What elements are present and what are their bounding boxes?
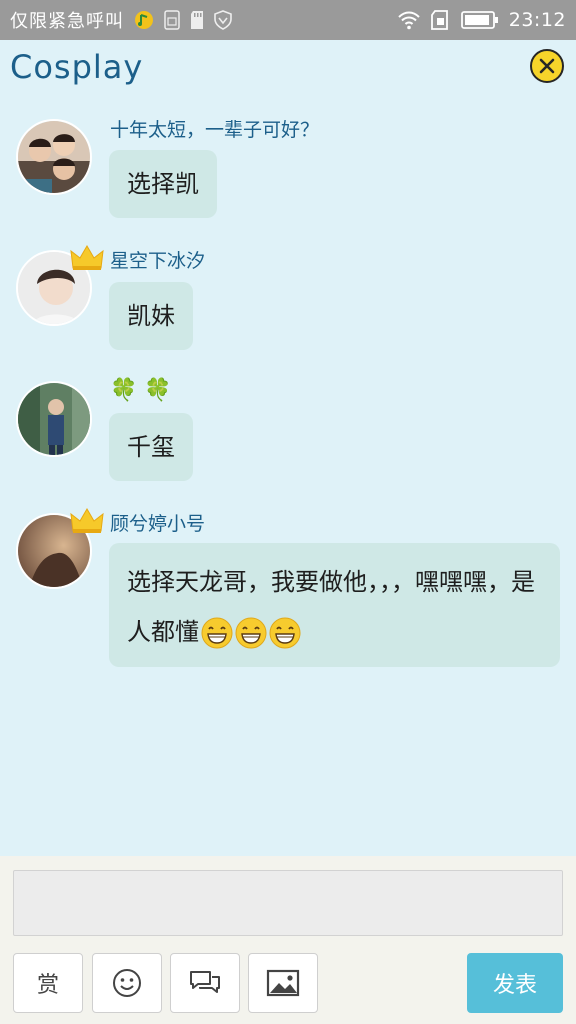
send-button[interactable]: 发表 xyxy=(467,953,563,1013)
grin-emoji-icon xyxy=(269,617,301,649)
chat-bubbles-icon xyxy=(190,971,220,993)
avatar[interactable] xyxy=(16,381,92,457)
shield-icon xyxy=(214,10,232,30)
sd-card-icon xyxy=(191,11,203,29)
status-left: 仅限紧急呼叫 xyxy=(10,7,232,33)
chat-button[interactable] xyxy=(170,953,240,1013)
username: 🍀 🍀 xyxy=(110,378,172,403)
close-icon xyxy=(539,58,555,74)
wifi-icon xyxy=(398,11,420,30)
message-bubble: 凯妹 xyxy=(109,282,193,350)
username: 十年太短，一辈子可好？ xyxy=(110,119,320,141)
crown-icon xyxy=(70,245,104,270)
emoji-button[interactable] xyxy=(92,953,162,1013)
crown-icon xyxy=(70,508,104,533)
status-bar: 仅限紧急呼叫 23:12 xyxy=(0,0,576,40)
close-button[interactable] xyxy=(530,49,564,83)
reward-button[interactable]: 赏 xyxy=(13,953,83,1013)
image-icon xyxy=(266,969,300,997)
page-header: Cosplay xyxy=(0,40,576,104)
sim-card-icon xyxy=(430,10,448,30)
message-bubble: 千玺 xyxy=(109,413,193,481)
grin-emoji-icon xyxy=(235,617,267,649)
sim-icon xyxy=(164,10,180,30)
grin-emoji-icon xyxy=(201,617,233,649)
reward-label: 赏 xyxy=(36,973,59,998)
message-bubble: 选择凯 xyxy=(109,150,217,218)
username: 顾兮婷小号 xyxy=(110,513,206,535)
notification-icons xyxy=(134,10,232,30)
send-label: 发表 xyxy=(492,973,537,998)
status-right: 23:12 xyxy=(397,9,566,31)
battery-icon xyxy=(460,11,498,29)
avatar[interactable] xyxy=(16,119,92,195)
signal-face-icon xyxy=(135,11,153,29)
clock-text: 23:12 xyxy=(508,9,566,31)
message-input[interactable] xyxy=(13,870,563,936)
image-button[interactable] xyxy=(248,953,318,1013)
page-title: Cosplay xyxy=(10,48,144,86)
carrier-text: 仅限紧急呼叫 xyxy=(10,11,124,32)
smiley-icon xyxy=(113,969,141,997)
message-text: 选择天龙哥，我要做他，，，嘿嘿嘿，是人都懂 xyxy=(127,568,535,646)
username: 星空下冰汐 xyxy=(110,250,206,272)
message-bubble: 选择天龙哥，我要做他，，，嘿嘿嘿，是人都懂 xyxy=(109,543,560,667)
